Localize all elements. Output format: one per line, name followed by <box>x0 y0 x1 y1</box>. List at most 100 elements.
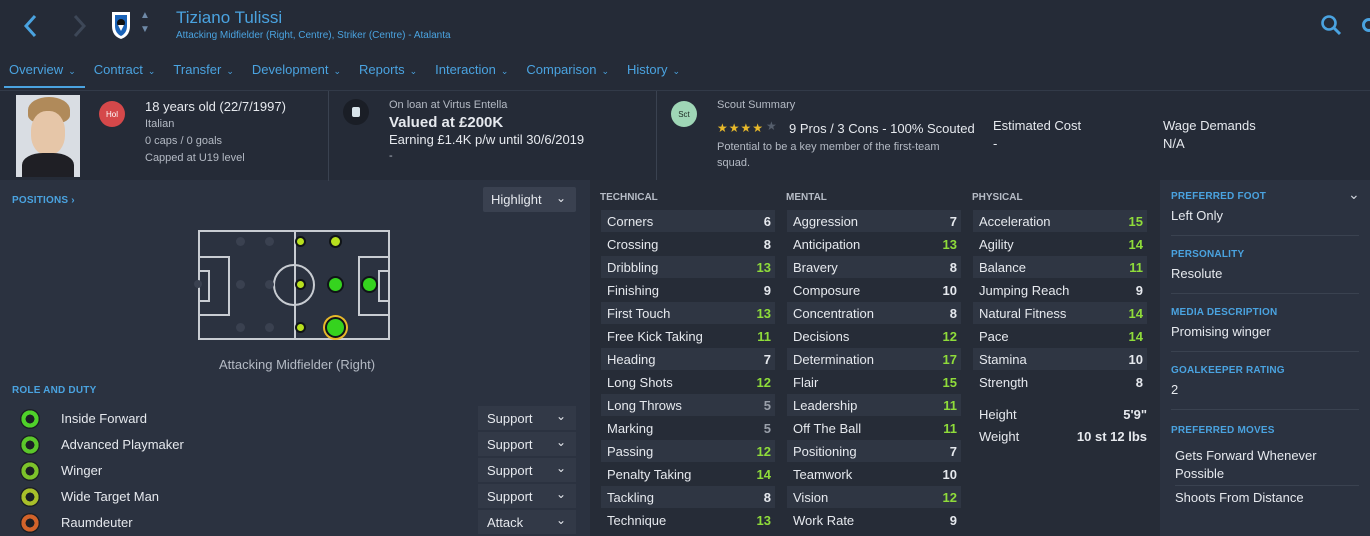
attribute-row[interactable]: Pace 14 <box>973 325 1147 347</box>
attribute-row[interactable]: Natural Fitness 14 <box>973 302 1147 324</box>
player-positions-club[interactable]: Attacking Midfielder (Right, Centre), St… <box>176 30 451 41</box>
attribute-row[interactable]: Penalty Taking 14 <box>601 463 775 485</box>
tab-overview[interactable]: Overview ⌄ <box>0 58 85 88</box>
attribute-row[interactable]: Off The Ball 11 <box>787 417 961 439</box>
position-marker[interactable] <box>324 316 346 338</box>
attribute-row[interactable]: Teamwork 10 <box>787 463 961 485</box>
player-info-bar: Hol 18 years old (22/7/1997) Italian 0 c… <box>0 90 1370 181</box>
tab-history[interactable]: History ⌄ <box>618 58 689 88</box>
chevron-up-icon[interactable]: ▲ <box>140 10 150 21</box>
position-marker[interactable] <box>264 322 274 332</box>
attribute-row[interactable]: Corners 6 <box>601 210 775 232</box>
highlight-dropdown[interactable]: Highlight ⌄ <box>483 187 576 212</box>
mental-heading: MENTAL <box>786 192 827 203</box>
duty-dropdown[interactable]: Support ⌄ <box>478 484 576 508</box>
duty-dropdown[interactable]: Support ⌄ <box>478 458 576 482</box>
attribute-row[interactable]: Determination 17 <box>787 348 961 370</box>
role-row[interactable]: Raumdeuter Attack ⌄ <box>16 510 576 536</box>
attribute-row[interactable]: Anticipation 13 <box>787 233 961 255</box>
chevron-down-icon: ⌄ <box>409 66 418 76</box>
attribute-row[interactable]: Positioning 7 <box>787 440 961 462</box>
duty-value: Support <box>487 463 533 478</box>
position-marker[interactable] <box>235 236 245 246</box>
attribute-row[interactable]: Heading 7 <box>601 348 775 370</box>
position-marker[interactable] <box>326 275 344 293</box>
position-marker[interactable] <box>294 235 306 247</box>
tab-transfer[interactable]: Transfer ⌄ <box>164 58 242 88</box>
position-marker[interactable] <box>328 234 342 248</box>
tab-label: Overview <box>9 62 64 77</box>
duty-dropdown[interactable]: Attack ⌄ <box>478 510 576 534</box>
back-button[interactable] <box>16 10 46 42</box>
personality-value: Resolute <box>1171 266 1223 281</box>
attribute-name: Work Rate <box>793 513 855 528</box>
tab-interaction[interactable]: Interaction ⌄ <box>426 58 517 88</box>
attribute-row[interactable]: First Touch 13 <box>601 302 775 324</box>
nationality-badge[interactable]: Hol <box>99 101 125 127</box>
club-crest-icon[interactable] <box>110 10 132 40</box>
position-marker[interactable] <box>264 236 274 246</box>
attribute-row[interactable]: Composure 10 <box>787 279 961 301</box>
position-marker[interactable] <box>235 322 245 332</box>
attribute-row[interactable]: Long Shots 12 <box>601 371 775 393</box>
tab-development[interactable]: Development ⌄ <box>243 58 350 88</box>
attribute-row[interactable]: Vision 12 <box>787 486 961 508</box>
position-marker[interactable] <box>194 280 202 288</box>
position-marker[interactable] <box>264 279 274 289</box>
attribute-row[interactable]: Bravery 8 <box>787 256 961 278</box>
role-row[interactable]: Advanced Playmaker Support ⌄ <box>16 432 576 458</box>
position-marker[interactable] <box>360 275 378 293</box>
attribute-row[interactable]: Decisions 12 <box>787 325 961 347</box>
loan-club-icon <box>352 107 360 117</box>
scout-badge[interactable]: Sct <box>671 101 697 127</box>
attribute-row[interactable]: Jumping Reach 9 <box>973 279 1147 301</box>
tab-comparison[interactable]: Comparison ⌄ <box>517 58 618 88</box>
chevron-down-icon[interactable]: ⌄ <box>1348 186 1360 203</box>
role-duty-title: ROLE AND DUTY <box>12 385 97 396</box>
attribute-row[interactable]: Strength 8 <box>973 371 1147 393</box>
forward-button[interactable] <box>64 10 94 42</box>
gear-icon[interactable] <box>1362 18 1370 32</box>
chevron-down-icon[interactable]: ▼ <box>140 24 150 35</box>
attribute-row[interactable]: Flair 15 <box>787 371 961 393</box>
duty-dropdown[interactable]: Support ⌄ <box>478 406 576 430</box>
attribute-row[interactable]: Balance 11 <box>973 256 1147 278</box>
attribute-name: Acceleration <box>979 214 1051 229</box>
role-row[interactable]: Wide Target Man Support ⌄ <box>16 484 576 510</box>
tab-reports[interactable]: Reports ⌄ <box>350 58 426 88</box>
preferred-move-1-line2: Possible <box>1175 466 1225 481</box>
position-marker[interactable] <box>294 278 306 290</box>
attribute-row[interactable]: Stamina 10 <box>973 348 1147 370</box>
position-marker[interactable] <box>235 279 245 289</box>
position-marker[interactable] <box>294 321 306 333</box>
attribute-row[interactable]: Acceleration 15 <box>973 210 1147 232</box>
attribute-row[interactable]: Technique 13 <box>601 509 775 531</box>
attribute-name: Free Kick Taking <box>607 329 703 344</box>
attribute-row[interactable]: Concentration 8 <box>787 302 961 324</box>
attribute-row[interactable]: Tackling 8 <box>601 486 775 508</box>
search-icon[interactable] <box>1320 14 1342 36</box>
loan-status[interactable]: On loan at Virtus Entella <box>389 99 507 111</box>
duty-dropdown[interactable]: Support ⌄ <box>478 432 576 456</box>
attribute-row[interactable]: Work Rate 9 <box>787 509 961 531</box>
attribute-row[interactable]: Dribbling 13 <box>601 256 775 278</box>
attribute-row[interactable]: Passing 12 <box>601 440 775 462</box>
attribute-row[interactable]: Aggression 7 <box>787 210 961 232</box>
role-suitability-icon <box>20 409 40 429</box>
attribute-row[interactable]: Crossing 8 <box>601 233 775 255</box>
attribute-name: Technique <box>607 513 667 528</box>
attribute-value: 7 <box>949 444 957 459</box>
loan-club-badge[interactable] <box>343 99 369 125</box>
tab-contract[interactable]: Contract ⌄ <box>85 58 165 88</box>
attribute-row[interactable]: Agility 14 <box>973 233 1147 255</box>
attribute-row[interactable]: Long Throws 5 <box>601 394 775 416</box>
positions-title[interactable]: POSITIONS › <box>12 195 75 206</box>
attribute-row[interactable]: Finishing 9 <box>601 279 775 301</box>
attribute-value: 11 <box>943 398 957 413</box>
attribute-row[interactable]: Leadership 11 <box>787 394 961 416</box>
role-row[interactable]: Inside Forward Support ⌄ <box>16 406 576 432</box>
attribute-name: Dribbling <box>607 260 659 275</box>
role-row[interactable]: Winger Support ⌄ <box>16 458 576 484</box>
attribute-row[interactable]: Free Kick Taking 11 <box>601 325 775 347</box>
attribute-row[interactable]: Marking 5 <box>601 417 775 439</box>
